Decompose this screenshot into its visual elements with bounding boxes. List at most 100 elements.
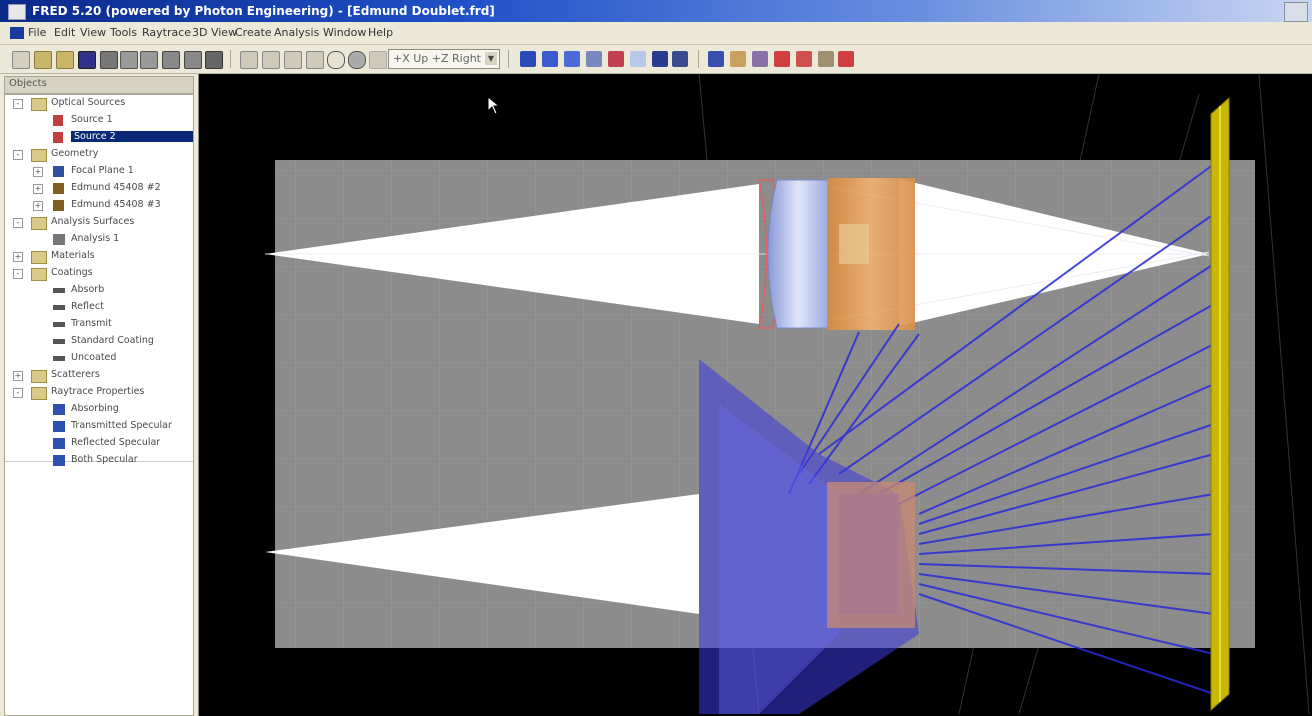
- toolbar-divider: [508, 50, 509, 68]
- print-icon[interactable]: [162, 51, 180, 69]
- expand-icon[interactable]: +: [13, 371, 23, 381]
- new-file-icon[interactable]: [12, 51, 30, 69]
- tree-item-reflected-specular[interactable]: Reflected Specular: [9, 437, 191, 451]
- paste-icon[interactable]: [140, 51, 158, 69]
- menu-raytrace[interactable]: Raytrace: [142, 26, 191, 39]
- tree-item-focal-plane-1[interactable]: + Focal Plane 1: [9, 165, 191, 179]
- lens-doublet-lower: [827, 482, 915, 628]
- coating-icon: [53, 356, 65, 361]
- tree-item-materials[interactable]: + Materials: [9, 250, 191, 264]
- view-orientation-select[interactable]: +X Up +Z Right ▼: [388, 49, 500, 69]
- properties-icon[interactable]: [205, 51, 223, 69]
- collapse-icon[interactable]: -: [13, 388, 23, 398]
- folder-icon: [31, 268, 47, 281]
- collapse-icon[interactable]: -: [13, 218, 23, 228]
- cut-icon[interactable]: [100, 51, 118, 69]
- tree-item-transmitted-specular[interactable]: Transmitted Specular: [9, 420, 191, 434]
- tree-item-edmund-45408-3[interactable]: + Edmund 45408 #3: [9, 199, 191, 213]
- trace-draw-icon[interactable]: [564, 51, 580, 67]
- zoom-in-icon[interactable]: [262, 51, 280, 69]
- color-image-icon[interactable]: [796, 51, 812, 67]
- toolbar: +X Up +Z Right ▼: [0, 45, 1312, 74]
- fit-view-icon[interactable]: [369, 51, 387, 69]
- tree-item-reflect[interactable]: Reflect: [9, 301, 191, 315]
- tree-item-standard-coating[interactable]: Standard Coating: [9, 335, 191, 349]
- raytrace-icon: [53, 404, 65, 415]
- tree-item-edmund-45408-2[interactable]: + Edmund 45408 #2: [9, 182, 191, 196]
- axis-arrow-icon[interactable]: [520, 51, 536, 67]
- menu-tools[interactable]: Tools: [110, 26, 137, 39]
- analysis-chart-icon[interactable]: [752, 51, 768, 67]
- clear-rays-icon[interactable]: [608, 51, 624, 67]
- menu-analysis[interactable]: Analysis: [274, 26, 319, 39]
- folder-icon: [31, 217, 47, 230]
- tree-item-raytrace-properties[interactable]: - Raytrace Properties: [9, 386, 191, 400]
- open-folder-icon[interactable]: [34, 51, 52, 69]
- menu-view[interactable]: View: [80, 26, 106, 39]
- menu-3d-view[interactable]: 3D View: [192, 26, 237, 39]
- tree-item-both-specular[interactable]: Both Specular: [9, 454, 191, 468]
- toolbar-divider: [698, 50, 699, 68]
- window-control-button[interactable]: [1284, 2, 1308, 22]
- spot-diagram-icon[interactable]: [730, 51, 746, 67]
- collapse-icon[interactable]: -: [13, 150, 23, 160]
- spreadsheet-icon[interactable]: [708, 51, 724, 67]
- tree-item-absorb[interactable]: Absorb: [9, 284, 191, 298]
- window-title: FRED 5.20 (powered by Photon Engineering…: [32, 4, 495, 18]
- trace-rays-icon[interactable]: [542, 51, 558, 67]
- open-recent-icon[interactable]: [56, 51, 74, 69]
- analysis-icon: [53, 234, 65, 245]
- pan-icon[interactable]: [306, 51, 324, 69]
- shaded-sphere-icon[interactable]: [348, 51, 366, 69]
- menu-file[interactable]: File: [28, 26, 46, 39]
- title-bar: FRED 5.20 (powered by Photon Engineering…: [0, 0, 1312, 22]
- menu-bar: File Edit View Tools Raytrace 3D View Cr…: [0, 22, 1312, 45]
- tree-item-optical-sources[interactable]: - Optical Sources: [9, 97, 191, 111]
- print-preview-icon[interactable]: [184, 51, 202, 69]
- tree-item-scatterers[interactable]: + Scatterers: [9, 369, 191, 383]
- rotate-icon[interactable]: [327, 51, 345, 69]
- copy-icon[interactable]: [120, 51, 138, 69]
- toolbar-divider: [230, 50, 231, 68]
- select-pointer-icon[interactable]: [240, 51, 258, 69]
- menu-edit[interactable]: Edit: [54, 26, 75, 39]
- trace-all-icon[interactable]: [586, 51, 602, 67]
- expand-icon[interactable]: +: [33, 167, 43, 177]
- tree-item-analysis-1[interactable]: Analysis 1: [9, 233, 191, 247]
- expand-icon[interactable]: +: [33, 184, 43, 194]
- expand-icon[interactable]: +: [33, 201, 43, 211]
- ray-direction-icon[interactable]: [652, 51, 668, 67]
- folder-icon: [31, 387, 47, 400]
- focal-plane-1: [1210, 96, 1230, 712]
- chevron-down-icon[interactable]: ▼: [485, 52, 497, 65]
- collapse-icon[interactable]: -: [13, 269, 23, 279]
- menu-help[interactable]: Help: [368, 26, 393, 39]
- tree-item-analysis-surfaces[interactable]: - Analysis Surfaces: [9, 216, 191, 230]
- tree-item-absorbing[interactable]: Absorbing: [9, 403, 191, 417]
- irradiance-icon[interactable]: [774, 51, 790, 67]
- graph-icon[interactable]: [818, 51, 834, 67]
- expand-icon[interactable]: +: [13, 252, 23, 262]
- folder-icon: [31, 149, 47, 162]
- coating-icon: [53, 288, 65, 293]
- coating-icon: [53, 339, 65, 344]
- tree-item-source-1[interactable]: Source 1: [9, 114, 191, 128]
- ray-options-icon[interactable]: [630, 51, 646, 67]
- mouse-cursor-icon: [488, 97, 500, 115]
- delete-analysis-icon[interactable]: [838, 51, 854, 67]
- tree-item-geometry[interactable]: - Geometry: [9, 148, 191, 162]
- menu-create[interactable]: Create: [235, 26, 272, 39]
- collapse-icon[interactable]: -: [13, 99, 23, 109]
- tree-item-source-2[interactable]: Source 2: [9, 131, 193, 145]
- tree-item-transmit[interactable]: Transmit: [9, 318, 191, 332]
- tree-item-uncoated[interactable]: Uncoated: [9, 352, 191, 366]
- folder-icon: [31, 98, 47, 111]
- zoom-out-icon[interactable]: [284, 51, 302, 69]
- folder-icon: [31, 370, 47, 383]
- tree-item-coatings[interactable]: - Coatings: [9, 267, 191, 281]
- document-icon: [10, 27, 24, 39]
- save-icon[interactable]: [78, 51, 96, 69]
- ray-path-icon[interactable]: [672, 51, 688, 67]
- menu-window[interactable]: Window: [323, 26, 366, 39]
- 3d-viewport[interactable]: [199, 74, 1312, 716]
